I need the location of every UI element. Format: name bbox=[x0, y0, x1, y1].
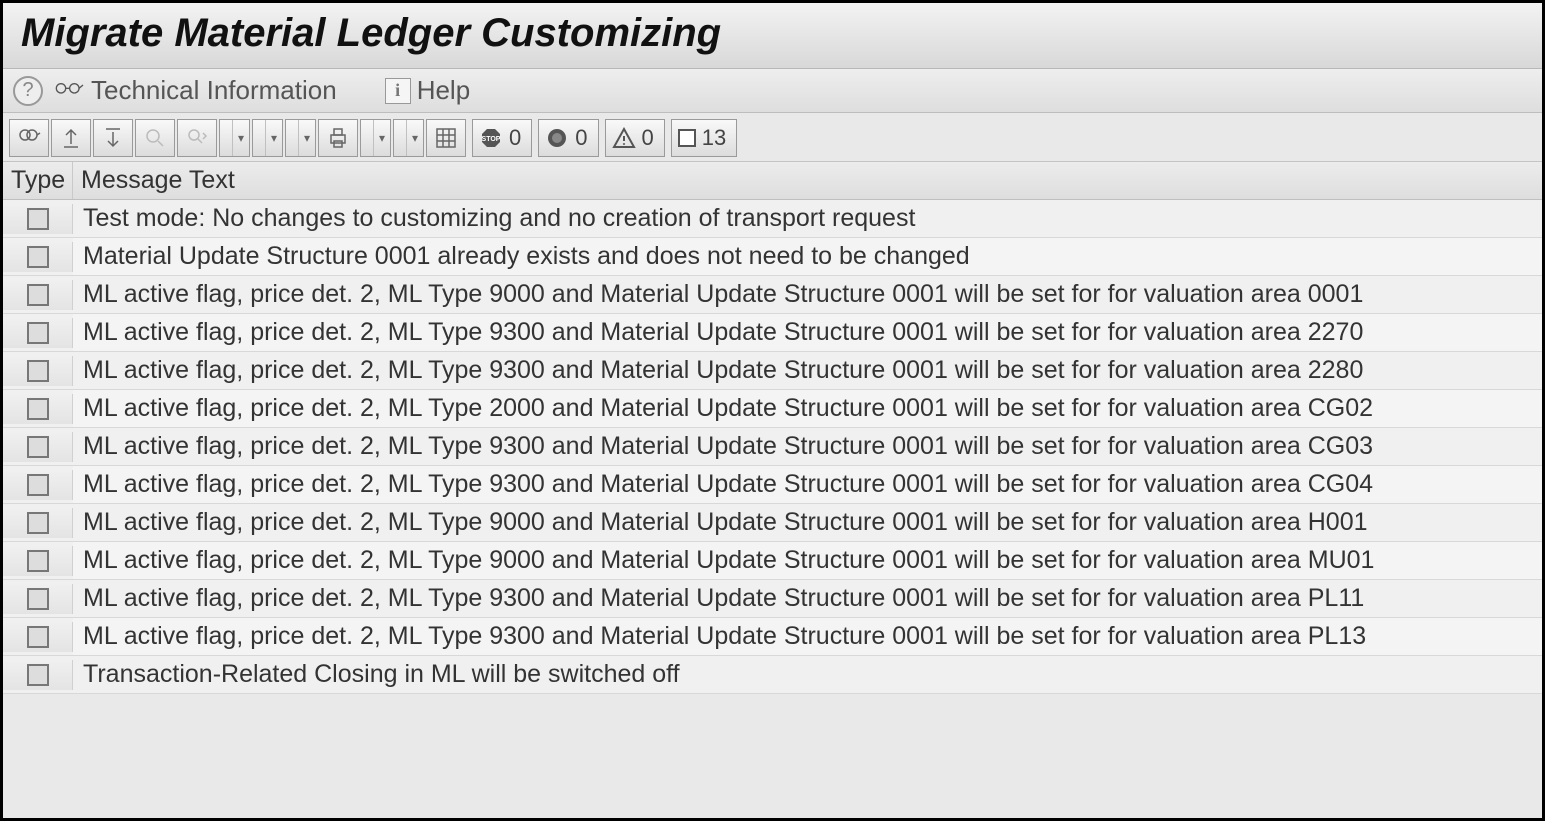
info-status-icon bbox=[27, 626, 49, 648]
details-button[interactable] bbox=[9, 119, 49, 157]
layout-button[interactable] bbox=[426, 119, 466, 157]
info-status-icon bbox=[27, 550, 49, 572]
log-row-message: ML active flag, price det. 2, ML Type 90… bbox=[73, 276, 1542, 313]
help-button[interactable]: i Help bbox=[385, 75, 470, 106]
info-status-icon bbox=[27, 208, 49, 230]
error-icon bbox=[545, 126, 569, 150]
technical-information-label: Technical Information bbox=[91, 75, 337, 106]
log-row-message: Material Update Structure 0001 already e… bbox=[73, 238, 1542, 275]
print-button[interactable] bbox=[318, 119, 358, 157]
sort-descending-button[interactable] bbox=[93, 119, 133, 157]
dropdown-arrow-icon[interactable]: ▾ bbox=[407, 120, 423, 156]
alv-toolbar: ▾ ▾ ▾ ▾ ▾ STOP 0 0 bbox=[3, 113, 1542, 162]
info-count: 13 bbox=[702, 125, 726, 151]
dropdown-arrow-icon[interactable]: ▾ bbox=[233, 120, 249, 156]
log-row-type-cell bbox=[3, 660, 73, 690]
log-row-message: ML active flag, price det. 2, ML Type 93… bbox=[73, 466, 1542, 503]
error-count-button[interactable]: 0 bbox=[538, 119, 598, 157]
find-next-button[interactable] bbox=[177, 119, 217, 157]
total-button[interactable]: ▾ bbox=[252, 119, 283, 157]
info-status-icon bbox=[27, 474, 49, 496]
log-row-type-cell bbox=[3, 584, 73, 614]
log-row-type-cell bbox=[3, 204, 73, 234]
log-row-type-cell bbox=[3, 242, 73, 272]
info-icon: i bbox=[385, 78, 411, 104]
log-row[interactable]: ML active flag, price det. 2, ML Type 93… bbox=[3, 580, 1542, 618]
help-question-icon[interactable]: ? bbox=[13, 76, 43, 106]
log-row-message: ML active flag, price det. 2, ML Type 93… bbox=[73, 618, 1542, 655]
info-status-icon bbox=[27, 436, 49, 458]
log-row[interactable]: Test mode: No changes to customizing and… bbox=[3, 200, 1542, 238]
log-row-message: ML active flag, price det. 2, ML Type 93… bbox=[73, 352, 1542, 389]
log-table-header: Type Message Text bbox=[3, 162, 1542, 200]
info-status-icon bbox=[27, 284, 49, 306]
dropdown-arrow-icon[interactable]: ▾ bbox=[266, 120, 282, 156]
svg-text:STOP: STOP bbox=[482, 136, 501, 143]
log-row[interactable]: ML active flag, price det. 2, ML Type 93… bbox=[3, 352, 1542, 390]
dropdown-arrow-icon[interactable]: ▾ bbox=[374, 120, 390, 156]
log-row-type-cell bbox=[3, 508, 73, 538]
log-row-message: ML active flag, price det. 2, ML Type 90… bbox=[73, 542, 1542, 579]
log-row-message: Transaction-Related Closing in ML will b… bbox=[73, 656, 1542, 693]
log-row-message: Test mode: No changes to customizing and… bbox=[73, 200, 1542, 237]
filter-button[interactable]: ▾ bbox=[219, 119, 250, 157]
log-row[interactable]: Material Update Structure 0001 already e… bbox=[3, 238, 1542, 276]
log-row[interactable]: ML active flag, price det. 2, ML Type 93… bbox=[3, 428, 1542, 466]
log-row-type-cell bbox=[3, 318, 73, 348]
title-bar: Migrate Material Ledger Customizing bbox=[3, 3, 1542, 69]
warning-count: 0 bbox=[642, 125, 654, 151]
warning-icon bbox=[612, 126, 636, 150]
log-row-type-cell bbox=[3, 622, 73, 652]
info-icon bbox=[678, 129, 696, 147]
info-status-icon bbox=[27, 512, 49, 534]
log-row[interactable]: ML active flag, price det. 2, ML Type 90… bbox=[3, 504, 1542, 542]
log-row[interactable]: ML active flag, price det. 2, ML Type 20… bbox=[3, 390, 1542, 428]
log-row-type-cell bbox=[3, 470, 73, 500]
log-row[interactable]: ML active flag, price det. 2, ML Type 93… bbox=[3, 314, 1542, 352]
log-row-type-cell bbox=[3, 356, 73, 386]
app-window: Migrate Material Ledger Customizing ? Te… bbox=[0, 0, 1545, 821]
info-status-icon bbox=[27, 588, 49, 610]
log-row[interactable]: ML active flag, price det. 2, ML Type 93… bbox=[3, 618, 1542, 656]
glasses-icon bbox=[53, 75, 85, 106]
info-status-icon bbox=[27, 360, 49, 382]
abort-count: 0 bbox=[509, 125, 521, 151]
log-row-message: ML active flag, price det. 2, ML Type 93… bbox=[73, 314, 1542, 351]
log-row-type-cell bbox=[3, 432, 73, 462]
export-button[interactable]: ▾ bbox=[393, 119, 424, 157]
info-status-icon bbox=[27, 246, 49, 268]
info-status-icon bbox=[27, 322, 49, 344]
info-status-icon bbox=[27, 398, 49, 420]
log-row[interactable]: Transaction-Related Closing in ML will b… bbox=[3, 656, 1542, 694]
error-count: 0 bbox=[575, 125, 587, 151]
log-table-body: Test mode: No changes to customizing and… bbox=[3, 200, 1542, 694]
log-row-message: ML active flag, price det. 2, ML Type 93… bbox=[73, 428, 1542, 465]
column-header-message[interactable]: Message Text bbox=[73, 162, 1542, 199]
find-button[interactable] bbox=[135, 119, 175, 157]
help-label: Help bbox=[417, 75, 470, 106]
log-row[interactable]: ML active flag, price det. 2, ML Type 93… bbox=[3, 466, 1542, 504]
log-row[interactable]: ML active flag, price det. 2, ML Type 90… bbox=[3, 276, 1542, 314]
subtotal-button[interactable]: ▾ bbox=[285, 119, 316, 157]
abort-count-button[interactable]: STOP 0 bbox=[472, 119, 532, 157]
log-row-type-cell bbox=[3, 546, 73, 576]
dropdown-arrow-icon[interactable]: ▾ bbox=[299, 120, 315, 156]
view-button[interactable]: ▾ bbox=[360, 119, 391, 157]
info-count-button[interactable]: 13 bbox=[671, 119, 737, 157]
log-row-type-cell bbox=[3, 394, 73, 424]
technical-information-button[interactable]: Technical Information bbox=[53, 75, 337, 106]
column-header-type[interactable]: Type bbox=[3, 162, 73, 199]
warning-count-button[interactable]: 0 bbox=[605, 119, 665, 157]
log-row-type-cell bbox=[3, 280, 73, 310]
sort-ascending-button[interactable] bbox=[51, 119, 91, 157]
log-row-message: ML active flag, price det. 2, ML Type 90… bbox=[73, 504, 1542, 541]
stop-icon: STOP bbox=[479, 126, 503, 150]
log-row[interactable]: ML active flag, price det. 2, ML Type 90… bbox=[3, 542, 1542, 580]
secondary-toolbar: ? Technical Information i Help bbox=[3, 69, 1542, 113]
page-title: Migrate Material Ledger Customizing bbox=[21, 11, 1524, 56]
log-row-message: ML active flag, price det. 2, ML Type 20… bbox=[73, 390, 1542, 427]
log-row-message: ML active flag, price det. 2, ML Type 93… bbox=[73, 580, 1542, 617]
info-status-icon bbox=[27, 664, 49, 686]
